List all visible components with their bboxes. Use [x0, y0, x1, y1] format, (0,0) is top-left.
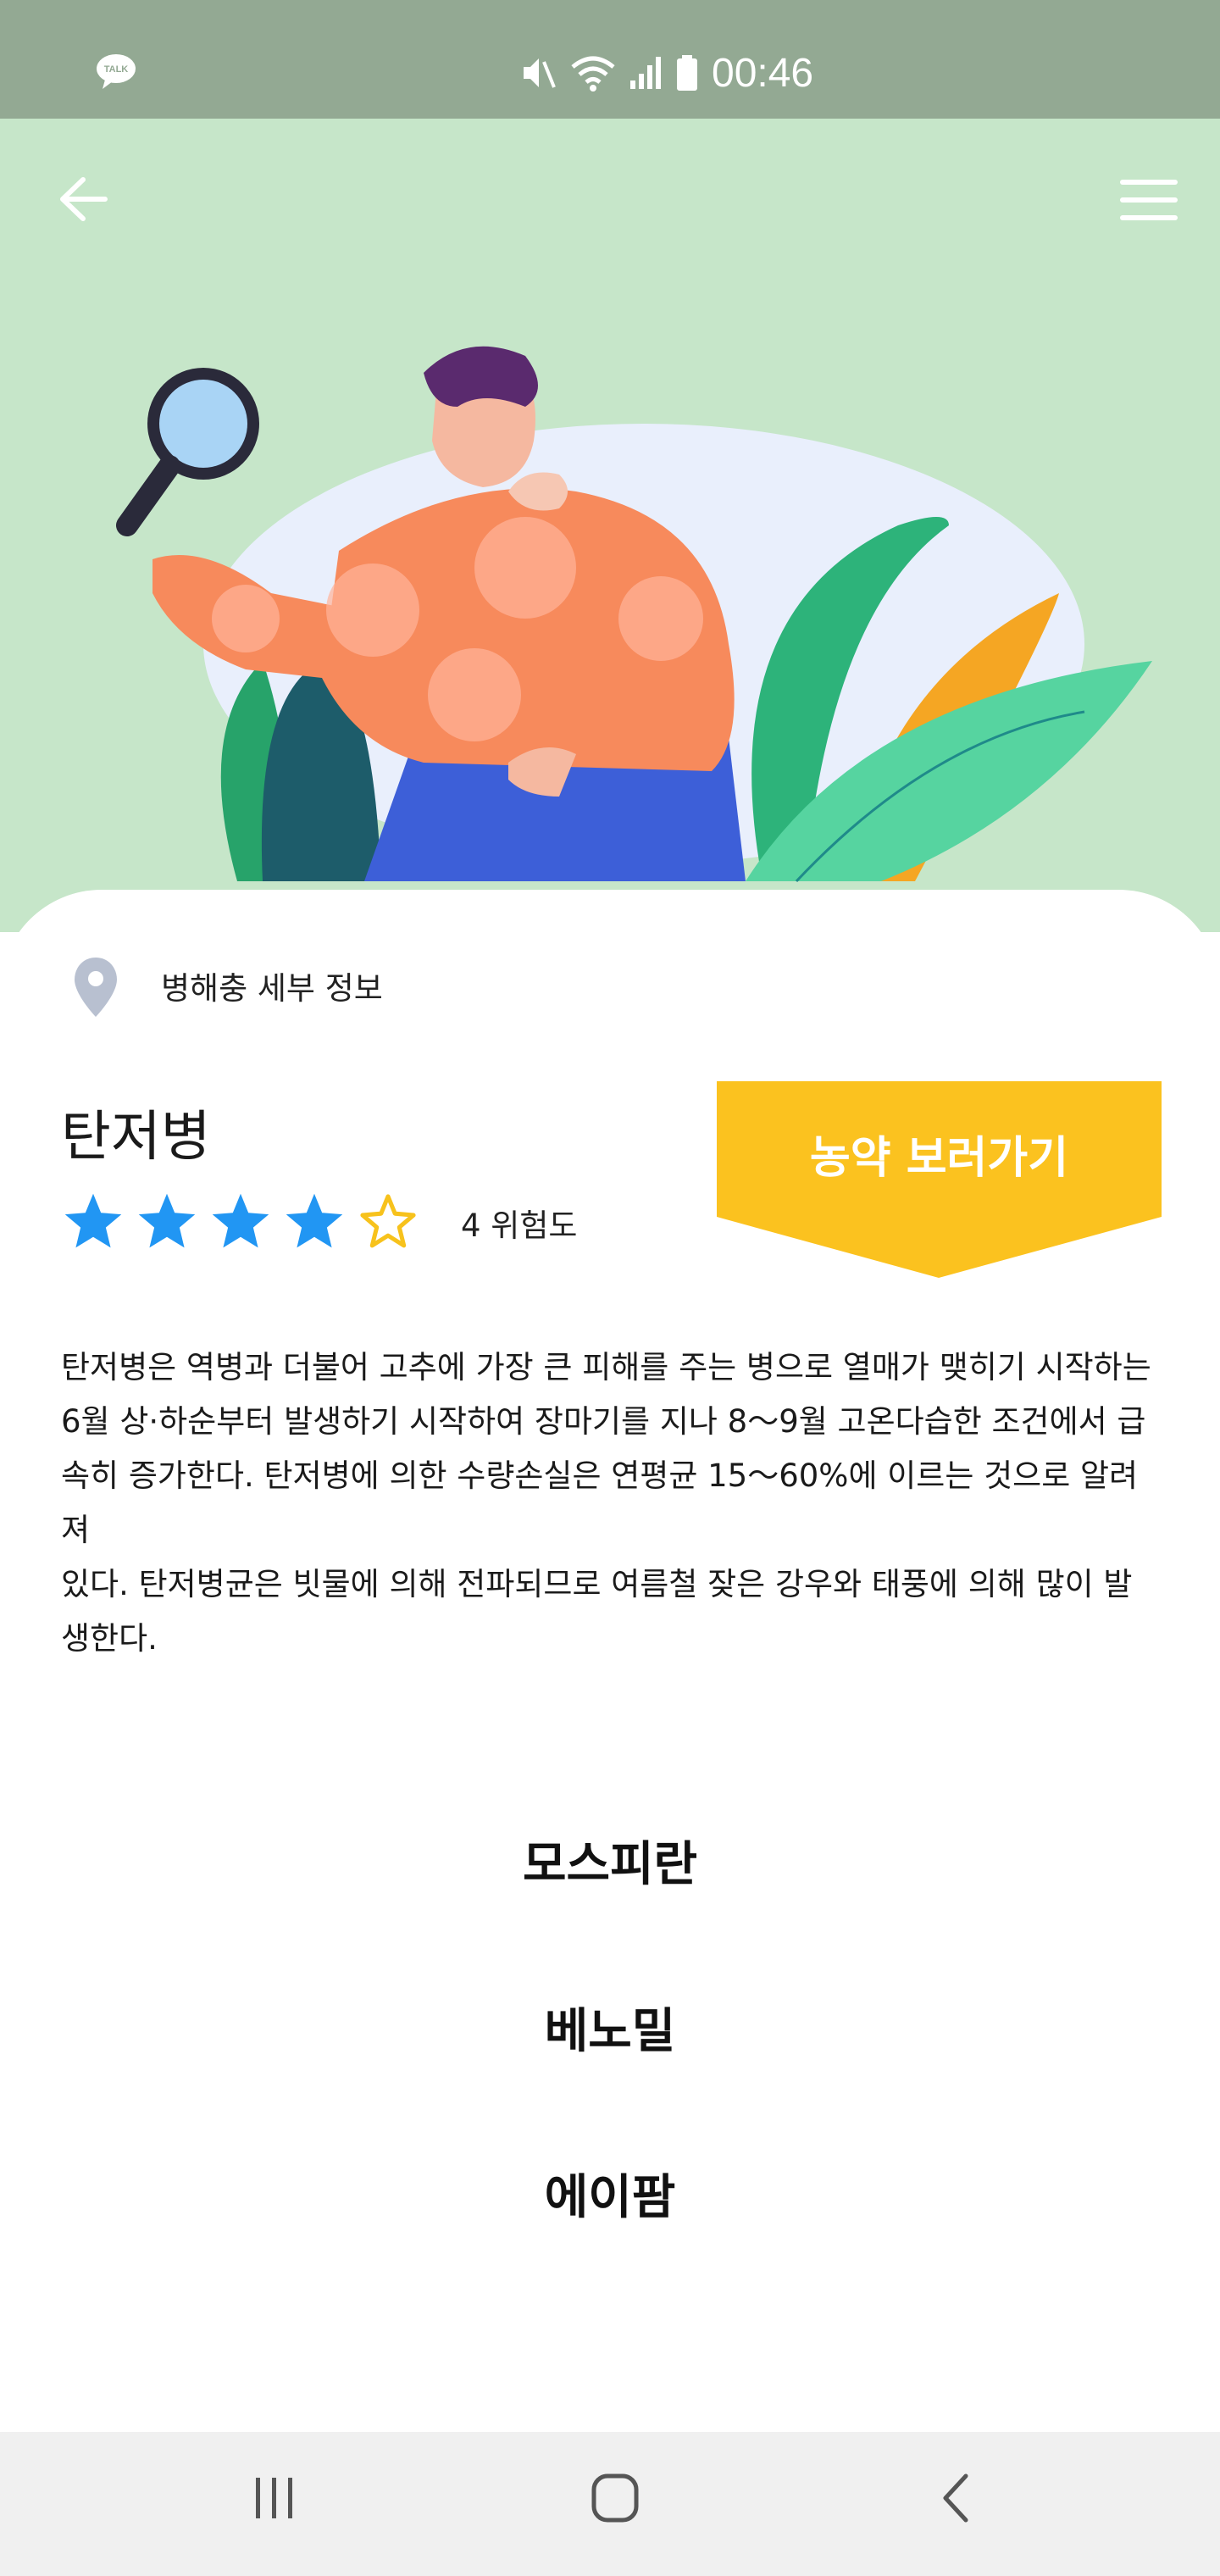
disease-description: 탄저병은 역병과 더불어 고추에 가장 큰 피해를 주는 병으로 열매가 맺히기…	[61, 1341, 1162, 1666]
disease-title: 탄저병	[61, 1106, 211, 1169]
status-time: 00:46	[712, 50, 814, 96]
product-item[interactable]: 베노밀	[0, 1993, 1220, 2062]
kakaotalk-icon: TALK	[97, 54, 136, 89]
description-line: 6월 상·하순부터 발생하기 시작하여 장마기를 지나 8〜9월 고온다습한 조…	[61, 1403, 1146, 1440]
star-filled-icon	[286, 1193, 343, 1248]
nav-back-icon[interactable]	[939, 2471, 973, 2525]
view-pesticides-label: 농약 보러가기	[809, 1133, 1069, 1184]
view-pesticides-button[interactable]: 농약 보러가기	[717, 1081, 1162, 1278]
svg-text:TALK: TALK	[104, 64, 129, 75]
section-label: 병해충 세부 정보	[161, 970, 383, 1007]
signal-icon	[630, 57, 661, 89]
battery-icon	[677, 55, 697, 91]
star-outline-icon	[360, 1194, 416, 1248]
risk-label: 4 위험도	[461, 1208, 578, 1244]
system-nav-bar	[0, 2432, 1220, 2576]
risk-rating	[61, 1190, 430, 1254]
status-bar: TALK 00:46	[0, 0, 1220, 119]
description-line: 있다. 탄저병균은 빗물에 의해 전파되므로 여름철 잦은 강우와 태풍에 의해…	[61, 1566, 1133, 1602]
star-filled-icon	[212, 1193, 269, 1248]
location-pin-icon	[75, 958, 117, 1017]
description-line: 속히 증가한다. 탄저병에 의한 수량손실은 연평균 15〜60%에 이르는 것…	[61, 1457, 1139, 1548]
hamburger-menu-icon[interactable]	[1117, 176, 1181, 224]
mute-icon	[524, 58, 556, 88]
arrow-left-icon[interactable]	[54, 169, 114, 229]
star-filled-icon	[138, 1193, 196, 1248]
status-icons: 00:46	[518, 47, 813, 98]
magnifier-person-illustration	[116, 346, 1152, 883]
product-item[interactable]: 모스피란	[0, 1826, 1220, 1895]
description-line: 생한다.	[61, 1620, 158, 1657]
wifi-icon	[571, 56, 615, 92]
product-item[interactable]: 에이팜	[0, 2159, 1220, 2228]
star-filled-icon	[64, 1193, 122, 1248]
description-line: 탄저병은 역병과 더불어 고추에 가장 큰 피해를 주는 병으로 열매가 맺히기…	[61, 1349, 1151, 1385]
recent-apps-icon[interactable]	[251, 2474, 298, 2522]
home-icon[interactable]	[590, 2471, 640, 2525]
